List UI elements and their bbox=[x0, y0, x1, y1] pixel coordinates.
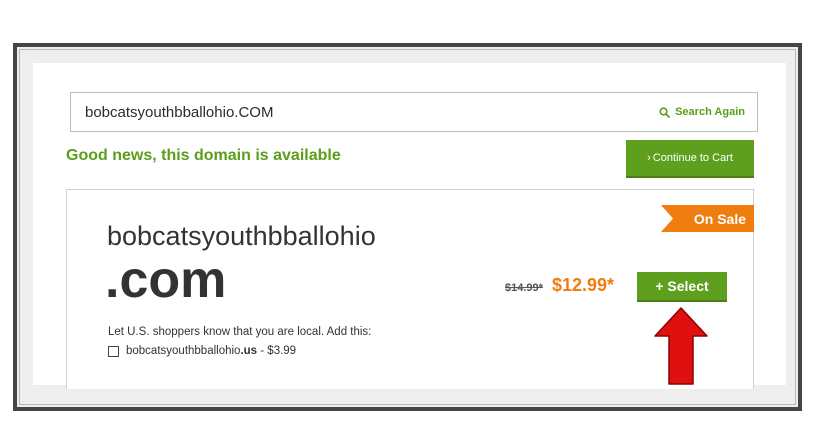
search-again-label: Search Again bbox=[675, 106, 745, 118]
original-price: $14.99* bbox=[505, 282, 543, 294]
chevron-right-icon: › bbox=[647, 152, 651, 164]
continue-to-cart-label: Continue to Cart bbox=[652, 152, 733, 164]
sale-price: $12.99* bbox=[552, 275, 615, 295]
result-domain-name: bobcatsyouthbballohio bbox=[107, 221, 376, 251]
search-input[interactable]: bobcatsyouthbballohio.COM Search Again bbox=[70, 92, 758, 132]
local-addon-prompt: Let U.S. shoppers know that you are loca… bbox=[108, 326, 372, 338]
on-sale-badge: On Sale bbox=[661, 205, 754, 232]
addon-checkbox[interactable] bbox=[108, 345, 119, 357]
search-icon bbox=[659, 106, 670, 118]
addon-price: - $3.99 bbox=[257, 345, 297, 357]
availability-message: Good news, this domain is available bbox=[66, 147, 341, 164]
continue-to-cart-button[interactable]: › Continue to Cart bbox=[626, 140, 754, 178]
result-domain-tld: .com bbox=[105, 251, 227, 309]
addon-domain-tld: .us bbox=[240, 345, 258, 357]
select-button[interactable]: + Select bbox=[637, 272, 727, 302]
addon-option[interactable]: bobcatsyouthbballohio .us - $3.99 bbox=[108, 345, 296, 357]
search-input-value[interactable]: bobcatsyouthbballohio.COM bbox=[85, 104, 273, 121]
search-again-link[interactable]: Search Again bbox=[659, 106, 745, 118]
addon-domain-prefix: bobcatsyouthbballohio bbox=[126, 345, 241, 357]
arrow-up-icon bbox=[654, 307, 708, 385]
